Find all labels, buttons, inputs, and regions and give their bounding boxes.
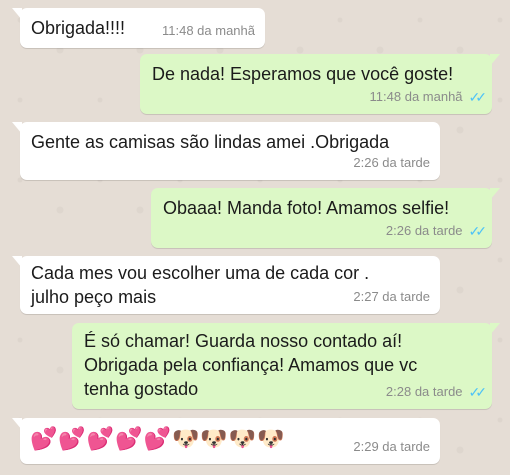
message-incoming[interactable]: Cada mes vou escolher uma de cada cor . … bbox=[12, 256, 440, 314]
message-incoming[interactable]: Obrigada!!!! 11:48 da manhã bbox=[12, 8, 265, 48]
message-text-line: Cada mes vou escolher uma de cada cor . bbox=[31, 263, 370, 283]
message-outgoing[interactable]: Obaaa! Manda foto! Amamos selfie! 2:26 d… bbox=[151, 188, 500, 248]
message-outgoing[interactable]: É só chamar! Guarda nosso contado aí! Ob… bbox=[72, 323, 500, 409]
message-text: Gente as camisas são lindas amei .Obriga… bbox=[31, 132, 390, 152]
message-timestamp: 2:26 da tarde ✓✓ bbox=[386, 219, 488, 243]
message-timestamp: 11:48 da manhã bbox=[162, 23, 255, 38]
double-check-icon: ✓✓ bbox=[468, 223, 488, 239]
message-incoming[interactable]: 💕💕💕💕💕🐶🐶🐶🐶 2:29 da tarde bbox=[12, 418, 440, 464]
message-incoming[interactable]: Gente as camisas são lindas amei .Obriga… bbox=[12, 122, 440, 180]
double-check-icon: ✓✓ bbox=[468, 89, 488, 105]
double-check-icon: ✓✓ bbox=[468, 384, 488, 400]
message-timestamp: 2:28 da tarde ✓✓ bbox=[386, 380, 488, 404]
message-text: Obaaa! Manda foto! Amamos selfie! bbox=[163, 198, 450, 218]
message-timestamp: 2:26 da tarde bbox=[353, 155, 430, 170]
message-timestamp: 2:29 da tarde bbox=[353, 439, 430, 454]
message-outgoing[interactable]: De nada! Esperamos que você goste! 11:48… bbox=[140, 54, 500, 114]
message-text-line: Obrigada pela confiança! Amamos que vc bbox=[84, 355, 418, 375]
message-timestamp: 11:48 da manhã ✓✓ bbox=[370, 85, 488, 109]
message-text-line: É só chamar! Guarda nosso contado aí! bbox=[84, 331, 403, 351]
message-text: De nada! Esperamos que você goste! bbox=[152, 64, 454, 84]
message-text: Obrigada!!!! bbox=[31, 18, 126, 38]
message-text-line: julho peço mais bbox=[31, 287, 157, 307]
message-timestamp: 2:27 da tarde bbox=[353, 289, 430, 304]
message-emoji: 💕💕💕💕💕🐶🐶🐶🐶 bbox=[30, 426, 286, 451]
message-text-line: tenha gostado bbox=[84, 379, 199, 399]
